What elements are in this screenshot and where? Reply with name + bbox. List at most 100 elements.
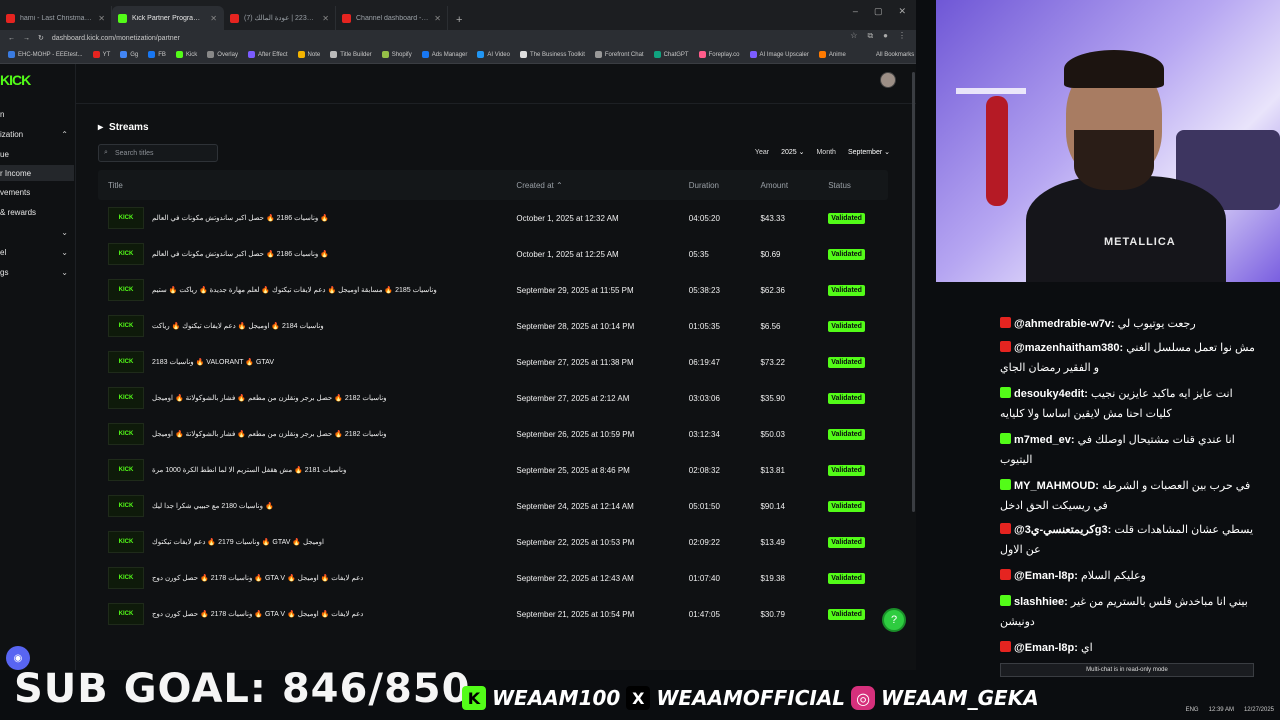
stream-thumbnail[interactable]: KICK	[108, 567, 144, 589]
tab-close-icon[interactable]: ✕	[434, 14, 441, 23]
help-button[interactable]: ?	[882, 608, 906, 632]
stream-title[interactable]: وناسيات 2180 مع حبيبي شكرا جدا ليك 🔥	[152, 502, 274, 510]
language-indicator[interactable]: ENG	[1186, 707, 1199, 713]
stream-title[interactable]: وناسيات 2185 🔥 مسابقة اوميجل 🔥 دعم لايفا…	[152, 286, 437, 294]
col-created-at[interactable]: Created at ⌃	[516, 181, 688, 190]
sidebar-item[interactable]: ⌄	[0, 224, 74, 240]
back-icon[interactable]: ←	[8, 35, 15, 42]
stream-thumbnail[interactable]: KICK	[108, 603, 144, 625]
month-select[interactable]: September ⌄	[848, 148, 890, 156]
bookmark-item[interactable]: ChatGPT	[653, 51, 689, 58]
browser-tab[interactable]: hami - Last Christmas (Lyr ✕	[0, 6, 112, 30]
bookmark-item[interactable]: Overlay	[207, 51, 238, 58]
bookmark-item[interactable]: Ads Manager	[421, 51, 467, 58]
table-row[interactable]: KICK وناسيات 2178 🔥 حصل كورن دوج 🔥 GTA V …	[98, 596, 888, 632]
scrollbar[interactable]	[912, 72, 915, 512]
search-titles-input[interactable]: ⌕ Search titles	[98, 144, 218, 162]
bookmark-item[interactable]: Shopify	[381, 51, 412, 58]
table-row[interactable]: KICK وناسيات 2184 🔥 اوميجل 🔥 دعم لايفات ت…	[98, 308, 888, 344]
bookmark-item[interactable]: Forefront Chat	[594, 51, 644, 58]
stream-thumbnail[interactable]: KICK	[108, 351, 144, 373]
duration-cell: 02:09:22	[688, 537, 720, 547]
bookmark-item[interactable]: Title Builder	[330, 51, 372, 58]
table-row[interactable]: KICK وناسيات 2182 🔥 حصل برجر ونقلزن من مط…	[98, 416, 888, 452]
bookmark-item[interactable]: EHC-MOHP - EEEtest...	[8, 51, 83, 58]
table-row[interactable]: KICK وناسيات 2186 🔥 حصل اكبر ساندوتش مكون…	[98, 200, 888, 236]
address-bar[interactable]: ← → ↻ dashboard.kick.com/monetization/pa…	[0, 30, 916, 46]
bookmark-item[interactable]: FB	[148, 51, 166, 58]
stream-thumbnail[interactable]: KICK	[108, 387, 144, 409]
browser-tab[interactable]: (7) وناسيات 2236 | عودة المالك ✕	[224, 6, 336, 30]
profile-icon[interactable]: ●	[883, 31, 888, 41]
sidebar-item[interactable]: & rewards	[0, 204, 74, 220]
new-tab-button[interactable]: +	[448, 14, 470, 30]
tab-close-icon[interactable]: ✕	[210, 14, 217, 23]
table-row[interactable]: KICK وناسيات 2186 🔥 حصل اكبر ساندوتش مكون…	[98, 236, 888, 272]
bookmark-item[interactable]: Note	[297, 51, 320, 58]
bookmark-item[interactable]: YT	[92, 51, 110, 58]
stream-thumbnail[interactable]: KICK	[108, 207, 144, 229]
menu-icon[interactable]: ⋮	[898, 31, 906, 41]
sidebar-item[interactable]: el ⌄	[0, 244, 74, 260]
browser-window: hami - Last Christmas (Lyr✕Kick Partner …	[0, 0, 916, 670]
stream-thumbnail[interactable]: KICK	[108, 279, 144, 301]
stream-title[interactable]: وناسيات 2186 🔥 حصل اكبر ساندوتش مكونات ف…	[152, 250, 329, 258]
bookmark-item[interactable]: Gg	[120, 51, 138, 58]
bookmark-item[interactable]: After Effect	[247, 51, 288, 58]
tab-close-icon[interactable]: ✕	[322, 14, 329, 23]
stream-thumbnail[interactable]: KICK	[108, 243, 144, 265]
table-row[interactable]: KICK وناسيات 2179 🔥 دعم لايفات تيكتوك 🔥 G…	[98, 524, 888, 560]
browser-tab[interactable]: Channel dashboard - YouTube ✕	[336, 6, 448, 30]
stream-title[interactable]: وناسيات 2179 🔥 دعم لايفات تيكتوك 🔥 GTAV …	[152, 538, 324, 546]
bookmark-item[interactable]: Anime	[818, 51, 846, 58]
forward-icon[interactable]: →	[23, 35, 30, 42]
reload-icon[interactable]: ↻	[38, 34, 44, 42]
table-row[interactable]: KICK وناسيات 2183 🔥 VALORANT 🔥 GTAV Septem…	[98, 344, 888, 380]
bookmark-item[interactable]: The Business Toolkit	[519, 51, 585, 58]
table-row[interactable]: KICK وناسيات 2185 🔥 مسابقة اوميجل 🔥 دعم ل…	[98, 272, 888, 308]
table-row[interactable]: KICK وناسيات 2178 🔥 حصل كورن دوج 🔥 GTA V …	[98, 560, 888, 596]
close-window-icon[interactable]: ✕	[898, 6, 906, 17]
tab-close-icon[interactable]: ✕	[98, 14, 105, 23]
sidebar-item[interactable]: ue	[0, 146, 74, 162]
stream-title[interactable]: وناسيات 2178 🔥 حصل كورن دوج 🔥 GTA V 🔥 دع…	[152, 574, 363, 582]
stream-title[interactable]: وناسيات 2178 🔥 حصل كورن دوج 🔥 GTA V 🔥 دع…	[152, 610, 363, 618]
all-bookmarks[interactable]: All Bookmarks	[876, 52, 914, 58]
stream-title[interactable]: وناسيات 2184 🔥 اوميجل 🔥 دعم لايفات تيكتو…	[152, 322, 324, 330]
url-text[interactable]: dashboard.kick.com/monetization/partner	[52, 35, 180, 42]
sidebar-item[interactable]: n	[0, 106, 74, 122]
tab-label: hami - Last Christmas (Lyr	[20, 14, 93, 22]
bookmark-item[interactable]: Foreplay.co	[698, 51, 740, 58]
minimize-icon[interactable]: –	[853, 6, 858, 17]
stream-thumbnail[interactable]: KICK	[108, 315, 144, 337]
bookmark-item[interactable]: AI Image Upscaler	[749, 51, 809, 58]
bookmark-item[interactable]: Kick	[175, 51, 197, 58]
bookmark-star-icon[interactable]: ☆	[850, 31, 857, 41]
extensions-icon[interactable]: ⧉	[867, 31, 873, 41]
clock-date[interactable]: 12/27/2025	[1244, 707, 1274, 713]
kick-logo[interactable]: KICK	[0, 72, 31, 88]
stream-thumbnail[interactable]: KICK	[108, 459, 144, 481]
stream-thumbnail[interactable]: KICK	[108, 423, 144, 445]
stream-title[interactable]: وناسيات 2186 🔥 حصل اكبر ساندوتش مكونات ف…	[152, 214, 329, 222]
browser-tab[interactable]: Kick Partner Program - Kick Da ✕	[112, 6, 224, 30]
table-row[interactable]: KICK وناسيات 2180 مع حبيبي شكرا جدا ليك 🔥…	[98, 488, 888, 524]
avatar[interactable]	[880, 72, 896, 88]
maximize-icon[interactable]: ▢	[874, 6, 883, 17]
sidebar-item-label: n	[0, 109, 5, 119]
table-row[interactable]: KICK وناسيات 2181 🔥 مش هقفل الستريم الا ل…	[98, 452, 888, 488]
sidebar-item[interactable]: ization ⌃	[0, 126, 74, 142]
sidebar-item[interactable]: vements	[0, 184, 74, 200]
stream-title[interactable]: وناسيات 2183 🔥 VALORANT 🔥 GTAV	[152, 358, 274, 366]
year-select[interactable]: 2025 ⌄	[781, 148, 804, 156]
sidebar-item[interactable]: r Income	[0, 165, 74, 181]
stream-thumbnail[interactable]: KICK	[108, 495, 144, 517]
bookmark-item[interactable]: AI Video	[477, 51, 510, 58]
table-row[interactable]: KICK وناسيات 2182 🔥 حصل برجر ونقلزن من مط…	[98, 380, 888, 416]
stream-title[interactable]: وناسيات 2182 🔥 حصل برجر ونقلزن من مطعم 🔥…	[152, 430, 387, 438]
stream-title[interactable]: وناسيات 2181 🔥 مش هقفل الستريم الا لما ا…	[152, 466, 346, 474]
sidebar-item[interactable]: gs ⌄	[0, 264, 74, 280]
stream-thumbnail[interactable]: KICK	[108, 531, 144, 553]
clock-time[interactable]: 12:39 AM	[1209, 707, 1234, 713]
stream-title[interactable]: وناسيات 2182 🔥 حصل برجر ونقلزن من مطعم 🔥…	[152, 394, 387, 402]
